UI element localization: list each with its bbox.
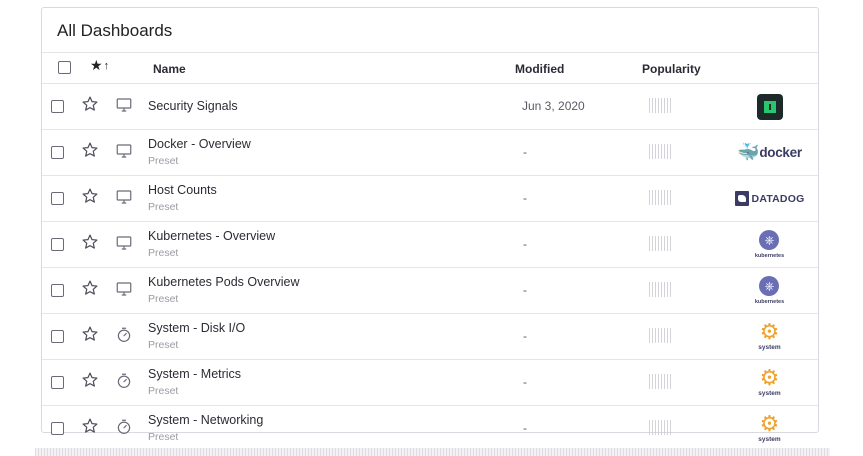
popularity-bars <box>649 328 671 343</box>
integration-logo: ⚙ system <box>732 410 807 447</box>
column-header-name[interactable]: Name <box>153 62 186 76</box>
modified-date: - <box>523 375 527 389</box>
dashboard-subtitle: Preset <box>148 293 179 305</box>
modified-date: - <box>523 145 527 159</box>
monitor-icon <box>115 142 133 160</box>
table-row[interactable]: System - Networking Preset - ⚙ system <box>42 406 818 451</box>
table-row[interactable]: System - Disk I/O Preset - ⚙ system <box>42 314 818 360</box>
table-row[interactable]: Kubernetes Pods Overview Preset - ⎈ kubernet… <box>42 268 818 314</box>
dashboard-name[interactable]: Kubernetes - Overview <box>148 229 275 243</box>
favorite-star-icon[interactable] <box>81 417 99 435</box>
popularity-bars <box>649 98 671 113</box>
dashboard-subtitle: Preset <box>148 201 179 213</box>
system-logo: ⚙ system <box>758 319 781 352</box>
row-checkbox[interactable] <box>51 192 64 205</box>
modified-date: - <box>523 283 527 297</box>
kubernetes-logo: ⎈ kubernetes <box>755 230 784 259</box>
monitor-icon <box>115 96 133 114</box>
integration-logo: ⎈ kubernetes <box>732 272 807 309</box>
stopwatch-icon <box>115 326 133 344</box>
table-row[interactable]: Kubernetes - Overview Preset - ⎈ kubernetes <box>42 222 818 268</box>
select-all-checkbox[interactable] <box>58 61 71 74</box>
row-checkbox[interactable] <box>51 284 64 297</box>
table-row[interactable]: Docker - Overview Preset - 🐳 docker <box>42 130 818 176</box>
favorite-star-icon[interactable] <box>81 233 99 251</box>
favorite-star-icon[interactable] <box>81 95 99 113</box>
system-logo: ⚙ system <box>758 411 781 444</box>
integration-logo: DATADOG <box>732 180 807 217</box>
popularity-bars <box>649 420 671 435</box>
popularity-bars <box>649 374 671 389</box>
modified-date: Jun 3, 2020 <box>522 99 585 113</box>
integration-logo <box>732 88 807 125</box>
row-checkbox[interactable] <box>51 100 64 113</box>
modified-date: - <box>523 237 527 251</box>
dashboard-name[interactable]: Security Signals <box>148 99 238 113</box>
stopwatch-icon <box>115 418 133 436</box>
table-header: ★↑ Name Modified Popularity <box>42 53 818 84</box>
stopwatch-icon <box>115 372 133 390</box>
column-header-modified[interactable]: Modified <box>515 62 564 76</box>
favorite-star-icon[interactable] <box>81 371 99 389</box>
row-checkbox[interactable] <box>51 422 64 435</box>
favorite-star-icon[interactable] <box>81 187 99 205</box>
popularity-bars <box>649 144 671 159</box>
sort-by-favorite[interactable]: ★↑ <box>90 57 109 74</box>
integration-logo: ⚙ system <box>732 364 807 401</box>
dashboard-subtitle: Preset <box>148 155 179 167</box>
dashboard-subtitle: Preset <box>148 431 179 443</box>
dashboard-subtitle: Preset <box>148 339 179 351</box>
integration-logo: ⚙ system <box>732 318 807 355</box>
kubernetes-logo: ⎈ kubernetes <box>755 276 784 305</box>
table-row[interactable]: Host Counts Preset - DATADOG <box>42 176 818 222</box>
security-signals-logo <box>756 93 783 120</box>
favorite-star-icon[interactable] <box>81 325 99 343</box>
sort-arrow-icon: ↑ <box>103 60 110 72</box>
modified-date: - <box>523 329 527 343</box>
dashboard-subtitle: Preset <box>148 247 179 259</box>
monitor-icon <box>115 234 133 252</box>
favorite-star-icon[interactable] <box>81 141 99 159</box>
column-header-popularity[interactable]: Popularity <box>642 62 701 76</box>
row-checkbox[interactable] <box>51 146 64 159</box>
dashboard-list: Security Signals Jun 3, 2020 Docker - Over… <box>42 84 818 451</box>
row-checkbox[interactable] <box>51 238 64 251</box>
monitor-icon <box>115 188 133 206</box>
dashboard-name[interactable]: Docker - Overview <box>148 137 251 151</box>
table-row[interactable]: System - Metrics Preset - ⚙ system <box>42 360 818 406</box>
datadog-logo: DATADOG <box>734 191 805 206</box>
system-logo: ⚙ system <box>758 365 781 398</box>
favorite-star-icon[interactable] <box>81 279 99 297</box>
docker-logo: 🐳 docker <box>737 142 802 162</box>
dashboard-name[interactable]: System - Networking <box>148 413 263 427</box>
integration-logo: 🐳 docker <box>732 134 807 171</box>
monitor-icon <box>115 280 133 298</box>
row-checkbox[interactable] <box>51 330 64 343</box>
star-filled-icon: ★ <box>90 57 103 73</box>
footer-strip <box>35 448 830 456</box>
dashboard-name[interactable]: System - Disk I/O <box>148 321 245 335</box>
dashboard-name[interactable]: Host Counts <box>148 183 217 197</box>
panel-title: All Dashboards <box>42 8 818 53</box>
popularity-bars <box>649 282 671 297</box>
dashboard-subtitle: Preset <box>148 385 179 397</box>
dashboards-panel: All Dashboards ★↑ Name Modified Populari… <box>41 7 819 443</box>
modified-date: - <box>523 191 527 205</box>
dashboard-name[interactable]: Kubernetes Pods Overview <box>148 275 299 289</box>
modified-date: - <box>523 421 527 435</box>
row-checkbox[interactable] <box>51 376 64 389</box>
table-row[interactable]: Security Signals Jun 3, 2020 <box>42 84 818 130</box>
popularity-bars <box>649 236 671 251</box>
integration-logo: ⎈ kubernetes <box>732 226 807 263</box>
dashboard-name[interactable]: System - Metrics <box>148 367 241 381</box>
popularity-bars <box>649 190 671 205</box>
